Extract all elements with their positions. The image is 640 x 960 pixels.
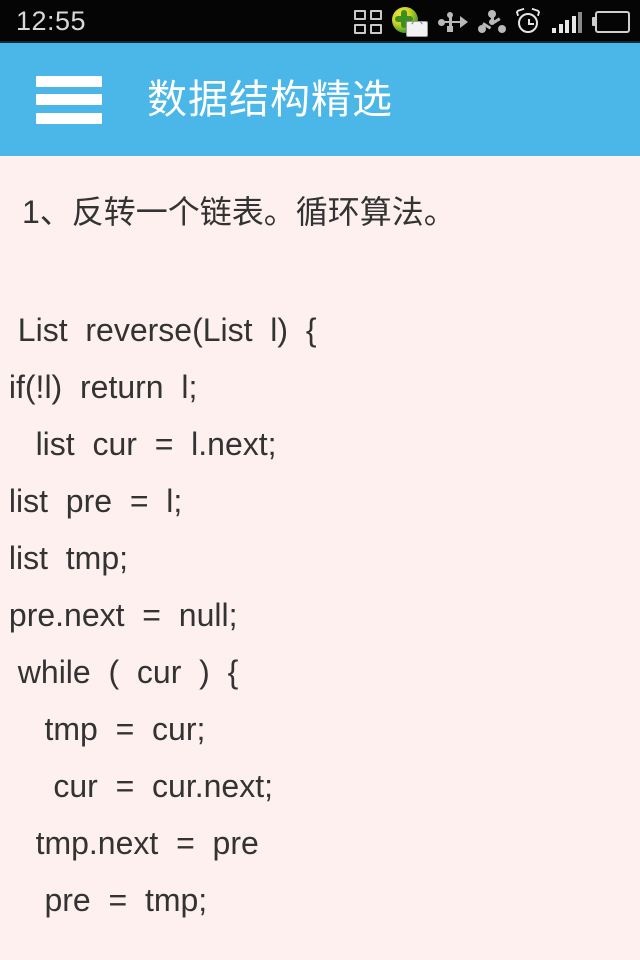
code-line: pre = tmp; bbox=[0, 882, 208, 918]
code-line: tmp.next = pre bbox=[0, 825, 259, 861]
code-line: list tmp; bbox=[0, 540, 129, 576]
usb-icon-square bbox=[447, 25, 453, 32]
app-grid-icon-cell bbox=[370, 9, 382, 20]
code-line: tmp = cur; bbox=[0, 711, 206, 747]
signal-bars-icon-bar bbox=[552, 27, 556, 33]
alarm-clock-icon bbox=[515, 7, 542, 35]
status-bar-clock: 12:55 bbox=[16, 6, 87, 36]
mail-globe-icon bbox=[392, 6, 428, 37]
share-nodes-icon bbox=[478, 9, 506, 34]
signal-bars-icon-bar bbox=[558, 23, 563, 33]
hamburger-icon[interactable] bbox=[36, 75, 102, 124]
battery-icon-body bbox=[595, 10, 630, 33]
content-area: 1、反转一个链表。循环算法。 List reverse(List l) { if… bbox=[0, 156, 640, 960]
share-nodes-icon-node bbox=[488, 9, 496, 18]
code-line: pre.next = null; bbox=[0, 597, 238, 633]
signal-bars-icon bbox=[552, 11, 582, 33]
code-line: list cur = l.next; bbox=[0, 426, 277, 462]
share-nodes-icon-node bbox=[478, 24, 486, 33]
app-grid-icon-cell bbox=[354, 23, 366, 34]
app-grid-icon-cell bbox=[370, 23, 382, 34]
usb-icon bbox=[438, 11, 468, 33]
app-title: 数据结构精选 bbox=[147, 77, 393, 122]
hamburger-icon-bar bbox=[36, 94, 102, 105]
usb-icon-arrow bbox=[460, 15, 468, 28]
signal-bars-icon-bar bbox=[565, 19, 569, 33]
app-header: 数据结构精选 bbox=[0, 43, 640, 156]
code-block: List reverse(List l) { if(!l) return l; … bbox=[0, 302, 640, 929]
question-text: 1、反转一个链表。循环算法。 bbox=[22, 194, 456, 230]
battery-icon bbox=[592, 10, 632, 34]
code-line: if(!l) return l; bbox=[0, 369, 198, 405]
envelope-icon bbox=[406, 20, 428, 37]
signal-bars-icon-bar bbox=[578, 11, 582, 33]
alarm-clock-icon-hand bbox=[528, 22, 534, 25]
app-grid-icon bbox=[354, 9, 382, 34]
usb-icon-dot bbox=[447, 11, 453, 18]
code-line: cur = cur.next; bbox=[0, 768, 273, 804]
code-line: list pre = l; bbox=[0, 483, 183, 519]
signal-bars-icon-bar bbox=[571, 15, 576, 33]
status-bar-icon-tray bbox=[354, 0, 632, 43]
share-nodes-icon-center bbox=[489, 18, 495, 25]
code-line: while ( cur ) { bbox=[0, 654, 239, 690]
share-nodes-icon-node bbox=[498, 24, 506, 33]
status-bar: 12:55 bbox=[0, 0, 640, 43]
app-grid-icon-cell bbox=[354, 9, 366, 20]
hamburger-icon-bar bbox=[36, 75, 102, 87]
code-line: List reverse(List l) { bbox=[0, 312, 317, 348]
hamburger-icon-bar bbox=[36, 112, 102, 124]
